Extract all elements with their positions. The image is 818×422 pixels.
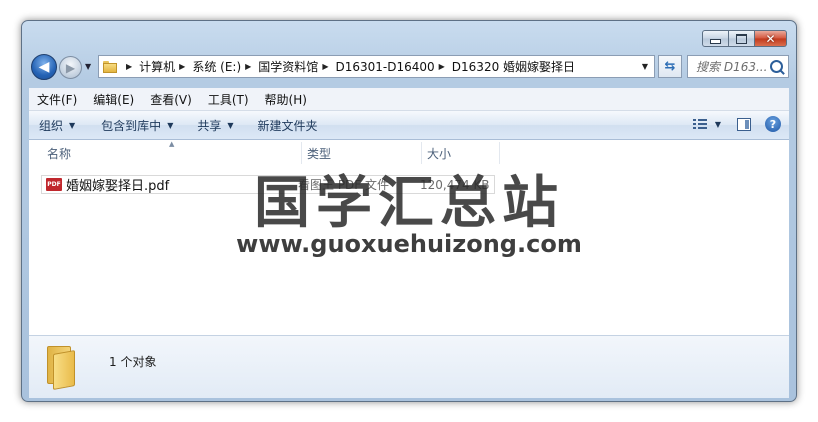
help-icon[interactable]: ? xyxy=(765,116,781,132)
back-button[interactable]: ◀ xyxy=(31,54,57,80)
minimize-button[interactable] xyxy=(702,30,729,47)
breadcrumb-range-folder[interactable]: D16301-D16400 xyxy=(335,60,434,74)
maximize-icon xyxy=(736,33,747,44)
preview-pane-icon[interactable] xyxy=(737,117,751,131)
chevron-down-icon: ▼ xyxy=(227,120,234,130)
breadcrumb-separator-icon[interactable]: ▶ xyxy=(322,62,328,71)
close-icon: ✕ xyxy=(765,31,776,46)
view-options-dropdown-icon[interactable]: ▼ xyxy=(715,120,721,129)
breadcrumb-separator-icon[interactable]: ▶ xyxy=(179,62,185,71)
command-bar: 组织 ▼ 包含到库中 ▼ 共享 ▼ 新建文件夹 ▼ ? xyxy=(29,111,789,140)
menu-view[interactable]: 查看(V) xyxy=(142,91,200,108)
address-bar[interactable]: ▶ 计算机 ▶ 系统 (E:) ▶ 国学资料馆 ▶ D16301-D16400 … xyxy=(98,55,655,78)
search-input[interactable] xyxy=(694,58,770,75)
organize-label: 组织 xyxy=(39,118,64,133)
close-button[interactable]: ✕ xyxy=(755,30,787,47)
details-pane: 1 个对象 xyxy=(29,335,789,398)
item-count: 1 个对象 xyxy=(109,355,157,369)
caption-buttons: ✕ xyxy=(702,30,787,48)
command-bar-right: ▼ ? xyxy=(692,116,781,132)
forward-arrow-icon: ▶ xyxy=(65,60,76,75)
include-in-library-button[interactable]: 包含到库中 ▼ xyxy=(91,117,183,134)
breadcrumb-separator-icon[interactable]: ▶ xyxy=(439,62,445,71)
chevron-down-icon: ▼ xyxy=(167,120,174,130)
watermark-url: www.guoxuehuizong.com xyxy=(236,230,582,258)
breadcrumb-computer[interactable]: 计算机 xyxy=(139,58,175,75)
watermark-title: 国学汇总站 xyxy=(254,171,564,236)
breadcrumb-current-folder[interactable]: D16320 婚姻嫁娶择日 xyxy=(452,58,575,75)
folder-icon xyxy=(47,346,79,390)
breadcrumb-library[interactable]: 国学资料馆 xyxy=(258,58,318,75)
breadcrumb-separator-icon[interactable]: ▶ xyxy=(126,62,132,71)
history-dropdown-icon[interactable]: ▼ xyxy=(85,62,91,71)
menu-edit[interactable]: 编辑(E) xyxy=(85,91,142,108)
organize-button[interactable]: 组织 ▼ xyxy=(29,117,85,134)
share-button[interactable]: 共享 ▼ xyxy=(187,117,243,134)
breadcrumb-drive[interactable]: 系统 (E:) xyxy=(192,58,241,75)
refresh-button[interactable]: ⇆ xyxy=(658,55,682,78)
maximize-button[interactable] xyxy=(729,30,755,47)
sort-ascending-icon: ▲ xyxy=(169,140,175,148)
include-in-library-label: 包含到库中 xyxy=(101,118,162,133)
address-dropdown-icon[interactable]: ▼ xyxy=(642,62,648,71)
search-box[interactable] xyxy=(687,55,789,78)
back-arrow-icon: ◀ xyxy=(38,59,50,75)
share-label: 共享 xyxy=(197,118,222,133)
menu-bar: 文件(F) 编辑(E) 查看(V) 工具(T) 帮助(H) xyxy=(29,88,789,111)
menu-tools[interactable]: 工具(T) xyxy=(200,91,257,108)
menu-help[interactable]: 帮助(H) xyxy=(257,91,315,108)
chevron-down-icon: ▼ xyxy=(69,120,76,130)
new-folder-button[interactable]: 新建文件夹 xyxy=(248,117,328,134)
minimize-icon xyxy=(710,39,721,44)
search-icon[interactable] xyxy=(770,60,783,73)
breadcrumb-separator-icon[interactable]: ▶ xyxy=(245,62,251,71)
menu-file[interactable]: 文件(F) xyxy=(29,91,85,108)
refresh-icon: ⇆ xyxy=(664,59,676,74)
navigation-row: ◀ ▶ ▼ ▶ 计算机 ▶ 系统 (E:) ▶ 国学资料馆 ▶ D16301-D… xyxy=(31,54,789,80)
folder-icon xyxy=(103,60,117,73)
change-view-icon[interactable] xyxy=(692,119,707,129)
new-folder-label: 新建文件夹 xyxy=(257,118,318,133)
help-glyph: ? xyxy=(769,117,777,131)
forward-button[interactable]: ▶ xyxy=(59,56,82,79)
